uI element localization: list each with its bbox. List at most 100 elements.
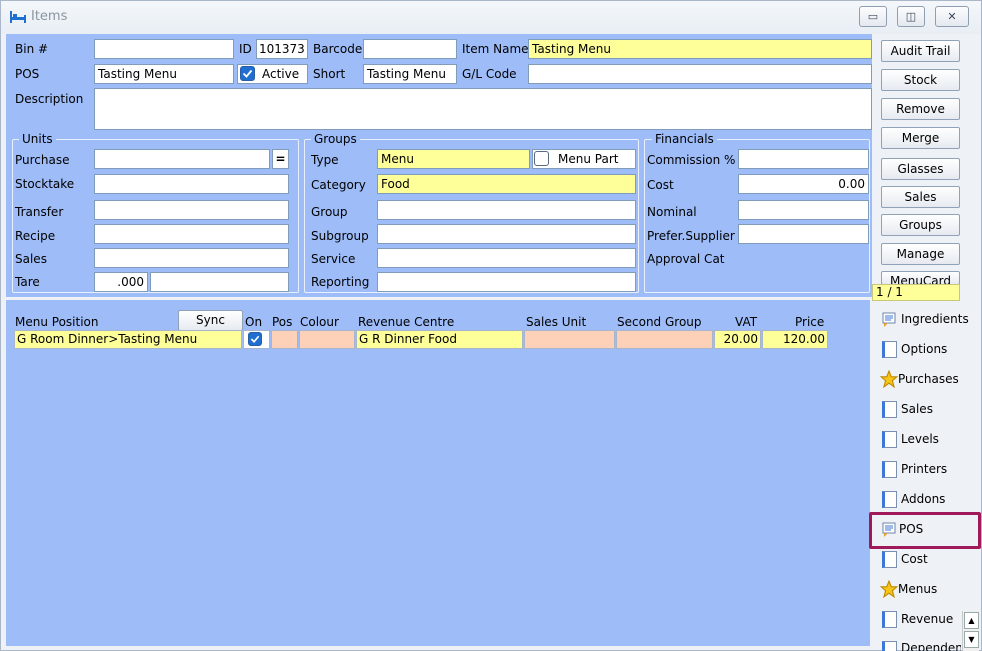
window-title: Items	[31, 9, 68, 24]
tare-unit-field[interactable]	[150, 272, 289, 292]
active-checkbox-container[interactable]: Active	[237, 64, 308, 84]
maximize-button[interactable]: ◫	[897, 6, 925, 27]
cell-second-group[interactable]	[616, 330, 713, 349]
cell-colour[interactable]	[299, 330, 355, 349]
nav-cost[interactable]: Cost	[878, 545, 968, 573]
on-checkbox[interactable]	[248, 332, 262, 346]
reporting-label: Reporting	[311, 275, 370, 289]
type-field[interactable]: Menu	[377, 149, 530, 169]
items-window: Items ▭ ◫ ✕ Bin # ID 101373 Barcode Item…	[0, 0, 982, 651]
transfer-unit-field[interactable]	[94, 200, 289, 220]
nav-levels[interactable]: Levels	[878, 425, 968, 453]
star-icon	[880, 370, 898, 388]
cell-on[interactable]	[243, 330, 270, 349]
bed-icon	[10, 11, 26, 23]
minimize-button[interactable]: ▭	[859, 6, 887, 27]
recipe-unit-field[interactable]	[94, 224, 289, 244]
audit-trail-button[interactable]: Audit Trail	[881, 40, 960, 62]
menu-part-checkbox-container[interactable]: Menu Part	[532, 149, 636, 169]
item-name-field[interactable]: Tasting Menu	[528, 39, 872, 59]
col-price: Price	[795, 315, 825, 329]
nav-printers[interactable]: Printers	[878, 455, 968, 483]
nominal-field[interactable]	[738, 200, 869, 220]
short-name-field[interactable]: Tasting Menu	[363, 64, 457, 84]
notes-icon	[882, 312, 896, 327]
subgroup-label: Subgroup	[311, 229, 369, 243]
document-icon	[882, 491, 897, 508]
cell-menu-position[interactable]: G Room Dinner>Tasting Menu	[14, 330, 242, 349]
reporting-field[interactable]	[377, 272, 636, 292]
menucard-button[interactable]: MenuCard	[881, 271, 960, 285]
nav-addons[interactable]: Addons	[878, 485, 968, 513]
nav-revenue-label: Revenue	[901, 612, 954, 626]
cell-vat[interactable]: 20.00	[714, 330, 761, 349]
sales-unit-field[interactable]	[94, 248, 289, 268]
check-icon	[250, 335, 260, 343]
active-label: Active	[262, 67, 300, 81]
groups-group-title: Groups	[311, 132, 360, 146]
nav-addons-label: Addons	[901, 492, 946, 506]
star-icon	[880, 580, 898, 598]
stocktake-label: Stocktake	[15, 177, 75, 191]
approval-cat-label: Approval Cat	[647, 252, 725, 266]
nav-pos[interactable]: POS	[878, 515, 968, 543]
equals-button[interactable]: =	[272, 149, 289, 169]
cost-field[interactable]: 0.00	[738, 174, 869, 194]
group-field[interactable]	[377, 200, 636, 220]
nav-menus[interactable]: Menus	[878, 575, 968, 603]
service-label: Service	[311, 252, 356, 266]
sales-button[interactable]: Sales	[881, 186, 960, 208]
short-label: Short	[313, 67, 346, 81]
cell-sales-unit[interactable]	[524, 330, 615, 349]
gl-code-field[interactable]	[528, 64, 872, 84]
id-field[interactable]: 101373	[256, 39, 308, 59]
nav-purchases[interactable]: Purchases	[878, 365, 968, 393]
prefer-supplier-field[interactable]	[738, 224, 869, 244]
description-field[interactable]	[94, 88, 872, 130]
scroll-up-arrow-icon[interactable]: ▲	[964, 612, 979, 629]
merge-button[interactable]: Merge	[881, 127, 960, 149]
nav-sales[interactable]: Sales	[878, 395, 968, 423]
notes-icon	[882, 522, 896, 537]
nav-dependencies[interactable]: Dependencies	[878, 635, 961, 651]
nav-revenue[interactable]: Revenue	[878, 605, 968, 633]
commission-field[interactable]	[738, 149, 869, 169]
sync-button[interactable]: Sync	[178, 310, 243, 331]
nav-ingredients[interactable]: Ingredients	[878, 305, 969, 333]
document-icon	[882, 641, 897, 651]
groups-button[interactable]: Groups	[881, 214, 960, 236]
glasses-button[interactable]: Glasses	[881, 158, 960, 180]
manage-button[interactable]: Manage	[881, 243, 960, 265]
cell-price[interactable]: 120.00	[762, 330, 828, 349]
service-field[interactable]	[377, 248, 636, 268]
col-vat: VAT	[735, 315, 758, 329]
document-icon	[882, 431, 897, 448]
scroll-down-arrow-icon[interactable]: ▼	[964, 631, 979, 648]
barcode-field[interactable]	[363, 39, 457, 59]
type-label: Type	[311, 153, 339, 167]
subgroup-field[interactable]	[377, 224, 636, 244]
nav-scrollbar[interactable]: ▲ ▼	[962, 611, 979, 651]
remove-button[interactable]: Remove	[881, 98, 960, 120]
bin-field[interactable]	[94, 39, 234, 59]
menu-part-checkbox[interactable]	[534, 151, 549, 166]
document-icon	[882, 341, 897, 358]
col-colour: Colour	[300, 315, 339, 329]
title-bar[interactable]: Items ▭ ◫ ✕	[1, 1, 981, 34]
tare-value-field[interactable]: .000	[94, 272, 148, 292]
tare-label: Tare	[15, 275, 40, 289]
cell-pos[interactable]	[271, 330, 298, 349]
pos-name-field[interactable]: Tasting Menu	[94, 64, 234, 84]
stock-button[interactable]: Stock	[881, 69, 960, 91]
category-field[interactable]: Food	[377, 174, 636, 194]
cell-revenue-centre[interactable]: G R Dinner Food	[356, 330, 523, 349]
col-second-group: Second Group	[617, 315, 702, 329]
active-checkbox[interactable]	[240, 66, 255, 81]
purchase-unit-field[interactable]	[94, 149, 270, 169]
nav-options[interactable]: Options	[878, 335, 968, 363]
document-icon	[882, 461, 897, 478]
col-revenue-centre: Revenue Centre	[358, 315, 455, 329]
stocktake-unit-field[interactable]	[94, 174, 289, 194]
close-button[interactable]: ✕	[935, 6, 969, 27]
prefer-supplier-label: Prefer.Supplier	[647, 229, 735, 243]
